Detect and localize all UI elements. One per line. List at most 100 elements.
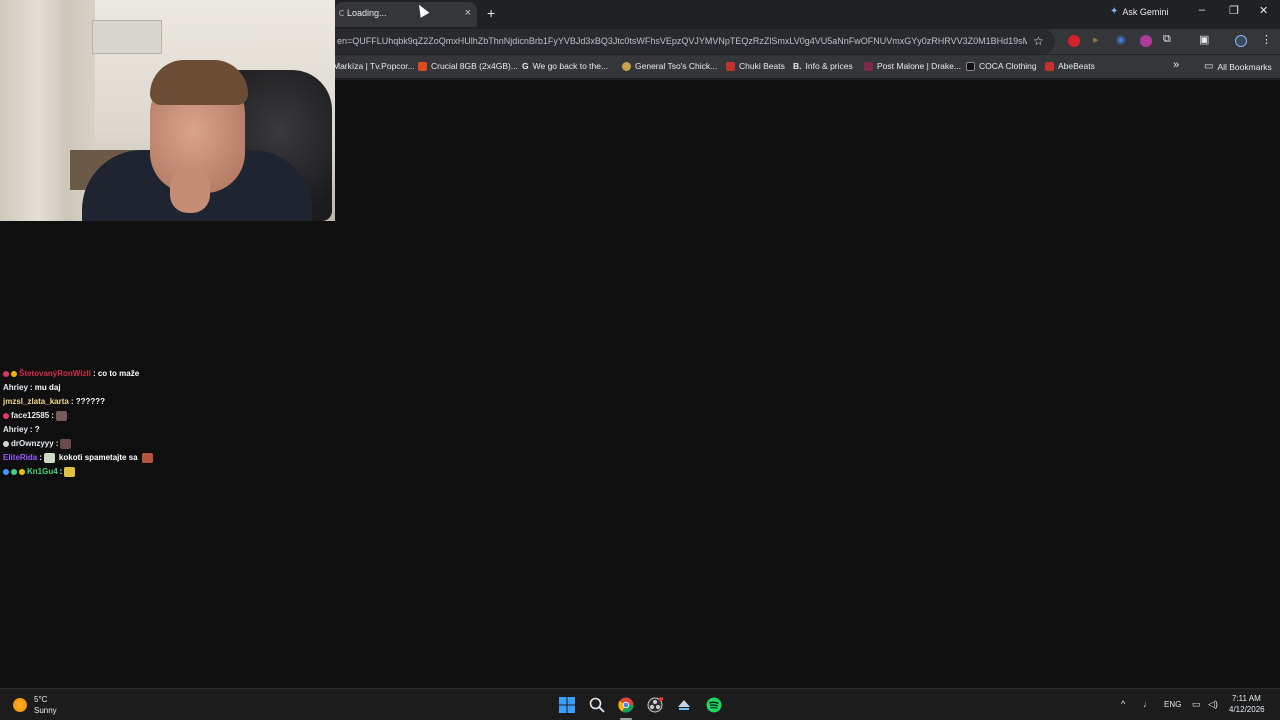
chat-message: Ahriey: ? [3, 423, 303, 437]
bookmark-item[interactable]: B. Info & prices [793, 61, 853, 71]
chat-username: Ahriey [3, 383, 28, 392]
chat-message: drOwnzyyy: [3, 437, 303, 451]
sun-icon[interactable] [13, 698, 27, 712]
chevron-up-icon[interactable]: ^ [1121, 699, 1125, 709]
booking-icon: B. [793, 61, 802, 71]
bookmark-item[interactable]: AbeBeats [1045, 61, 1095, 71]
chat-emote-icon [141, 453, 153, 463]
chat-text: : mu daj [29, 383, 61, 392]
chat-emote-icon [43, 453, 55, 463]
chat-text: : co to maže [92, 369, 140, 378]
volume-icon[interactable]: ◁) [1208, 699, 1218, 710]
spotify-icon[interactable] [703, 694, 725, 716]
ask-gemini-button[interactable]: ✦ Ask Gemini [1110, 6, 1168, 17]
address-bar[interactable]: en=QUFFLUhqbk9qZ2ZoQmxHUlhZbThnNjdicnBrb… [335, 29, 1055, 54]
windows-start-icon[interactable] [556, 694, 578, 716]
chat-username: drOwnzyyy [11, 439, 54, 448]
chrome-icon[interactable] [615, 694, 637, 716]
browser-window: Loading... × + ✦ Ask Gemini – ❐ ✕ en=QUF… [333, 0, 1280, 80]
close-window-button[interactable]: ✕ [1259, 4, 1268, 17]
chat-username: Kn1Gu4 [27, 467, 58, 476]
chat-message: ŠtetovanýRonWizll: co to maže [3, 367, 303, 381]
sparkle-icon: ✦ [1110, 6, 1119, 17]
bookmark-favicon-icon [622, 61, 631, 71]
chat-badge-icon [3, 413, 9, 419]
google-icon: G [522, 61, 529, 71]
chat-username: ŠtetovanýRonWizll [19, 369, 91, 378]
bookmark-item[interactable]: Crucial 8GB (2x4GB)... [418, 61, 518, 71]
search-icon[interactable] [586, 694, 608, 716]
screen: Loading... × + ✦ Ask Gemini – ❐ ✕ en=QUF… [0, 0, 1280, 720]
chat-text: : [55, 439, 59, 448]
extension-4-icon[interactable] [1140, 35, 1152, 47]
chat-message: jmzsl_zlata_karta: ?????? [3, 395, 303, 409]
chat-badge-icon [3, 469, 9, 475]
chat-username: jmzsl_zlata_karta [3, 397, 69, 406]
steam-icon[interactable] [673, 694, 695, 716]
chat-text: : [39, 453, 42, 462]
new-tab-button[interactable]: + [487, 5, 495, 21]
ask-gemini-label: Ask Gemini [1122, 6, 1169, 17]
chat-badge-icon [19, 469, 25, 475]
chat-username: face12585 [11, 411, 50, 420]
bookmark-item[interactable]: Markíza | Tv.Popcor... [333, 61, 415, 71]
chat-badge-icon [11, 371, 17, 377]
chat-message: Kn1Gu4: [3, 465, 303, 479]
profile-avatar[interactable] [1235, 35, 1247, 47]
extension-2-icon[interactable]: ▸ [1093, 33, 1099, 46]
chat-username: Ahriey [3, 425, 28, 434]
chat-emote-icon [60, 439, 72, 449]
network-icon[interactable]: ▭ [1192, 699, 1201, 710]
clock-date[interactable]: 4/12/2026 [1229, 705, 1265, 714]
chat-username: EliteRida [3, 453, 38, 462]
microphone-icon[interactable]: ♩ [1143, 699, 1152, 709]
chat-emote-icon [55, 411, 67, 421]
chat-badge-icon [3, 441, 9, 447]
language-indicator[interactable]: ENG [1164, 700, 1181, 709]
chat-overlay: ŠtetovanýRonWizll: co to maže Ahriey: mu … [3, 367, 303, 479]
bookmarks-bar: Markíza | Tv.Popcor... Crucial 8GB (2x4G… [333, 55, 1280, 79]
restore-button[interactable]: ❐ [1229, 4, 1239, 17]
tab-strip: Loading... × + ✦ Ask Gemini – ❐ ✕ [335, 0, 1280, 27]
tab-search-icon[interactable]: ▣ [1199, 33, 1209, 46]
all-bookmarks-button[interactable]: ▭ All Bookmarks [1204, 61, 1272, 72]
extension-1-icon[interactable] [1068, 35, 1080, 47]
bookmark-item[interactable]: COCA Clothing [966, 61, 1037, 71]
clock-time[interactable]: 7:11 AM [1232, 694, 1261, 703]
webcam-person-hand [170, 168, 210, 213]
tab-active[interactable]: Loading... × [335, 2, 477, 27]
toolbar: en=QUFFLUhqbk9qZ2ZoQmxHUlhZbThnNjdicnBrb… [335, 29, 1280, 54]
webcam-person-hair [150, 60, 248, 105]
tab-close-icon[interactable]: × [465, 7, 471, 19]
bookmarks-overflow-button[interactable]: » [1173, 59, 1179, 71]
obs-icon[interactable] [644, 694, 666, 716]
bookmark-favicon-icon [418, 61, 427, 71]
chat-message: Ahriey: mu daj [3, 381, 303, 395]
more-menu-icon[interactable]: ⋮ [1261, 33, 1272, 46]
chat-text-extra: kokoti spametajte sa [58, 453, 138, 462]
webcam-box [92, 20, 162, 54]
taskbar: 5°C Sunny ^ ♩ ENG ▭ ◁) 7:11 AM 4/12/2026 [0, 688, 1280, 720]
chat-text: : ?????? [70, 397, 106, 406]
loading-spinner-icon [339, 10, 345, 16]
youtube-icon [1045, 61, 1054, 71]
chat-message: face12585: [3, 409, 303, 423]
bookmark-item[interactable]: Post Malone | Drake... [864, 61, 961, 71]
tab-title: Loading... [347, 8, 387, 18]
bookmark-favicon-icon [864, 61, 873, 71]
chat-message: EliteRida: kokoti spametajte sa [3, 451, 303, 465]
url-text[interactable]: en=QUFFLUhqbk9qZ2ZoQmxHUlhZbThnNjdicnBrb… [337, 36, 1027, 46]
bookmark-item[interactable]: G We go back to the... [522, 61, 608, 71]
minimize-button[interactable]: – [1199, 4, 1205, 16]
webcam-overlay [0, 0, 335, 221]
bookmark-item[interactable]: General Tso's Chick... [622, 61, 717, 71]
weather-temperature[interactable]: 5°C [34, 695, 47, 704]
weather-description[interactable]: Sunny [34, 706, 57, 715]
chat-badge-icon [11, 469, 17, 475]
extensions-puzzle-icon[interactable]: ⧉ [1163, 33, 1171, 46]
extension-3-icon[interactable]: ◉ [1116, 33, 1126, 46]
bookmark-star-icon[interactable]: ☆ [1033, 34, 1044, 48]
chat-text: : [51, 411, 54, 420]
folder-icon: ▭ [1204, 61, 1214, 72]
bookmark-item[interactable]: Chuki Beats [726, 61, 785, 71]
